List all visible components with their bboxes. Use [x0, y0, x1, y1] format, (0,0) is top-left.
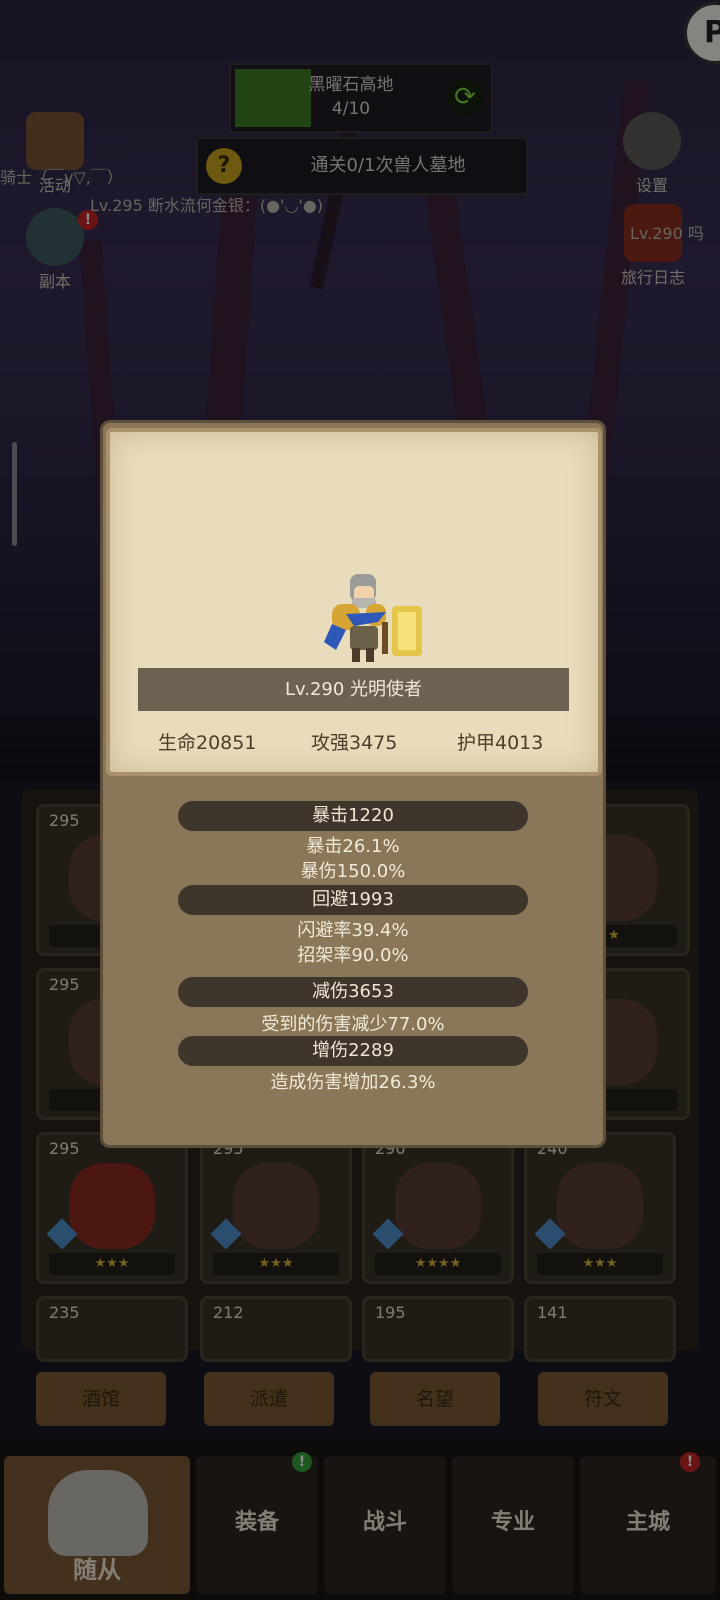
damage-reduction-desc: 受到的伤害减少77.0%: [261, 1014, 445, 1035]
parry-rate: 招架率90.0%: [297, 945, 409, 966]
attack-stat: 攻强3475: [311, 732, 398, 754]
hp-stat: 生命20851: [158, 732, 257, 754]
hero-sprite: [324, 574, 422, 662]
dodge-header: 回避1993: [178, 885, 528, 915]
armor-stat: 护甲4013: [457, 732, 544, 754]
damage-boost-desc: 造成伤害增加26.3%: [270, 1072, 436, 1093]
dodge-rate: 闪避率39.4%: [297, 920, 409, 941]
damage-reduction-header: 减伤3653: [178, 977, 528, 1007]
crit-rate: 暴击26.1%: [306, 836, 400, 857]
hero-name: Lv.290 光明使者: [138, 668, 569, 711]
damage-boost-header: 增伤2289: [178, 1036, 528, 1066]
crit-damage: 暴伤150.0%: [300, 861, 406, 882]
crit-header: 暴击1220: [178, 801, 528, 831]
